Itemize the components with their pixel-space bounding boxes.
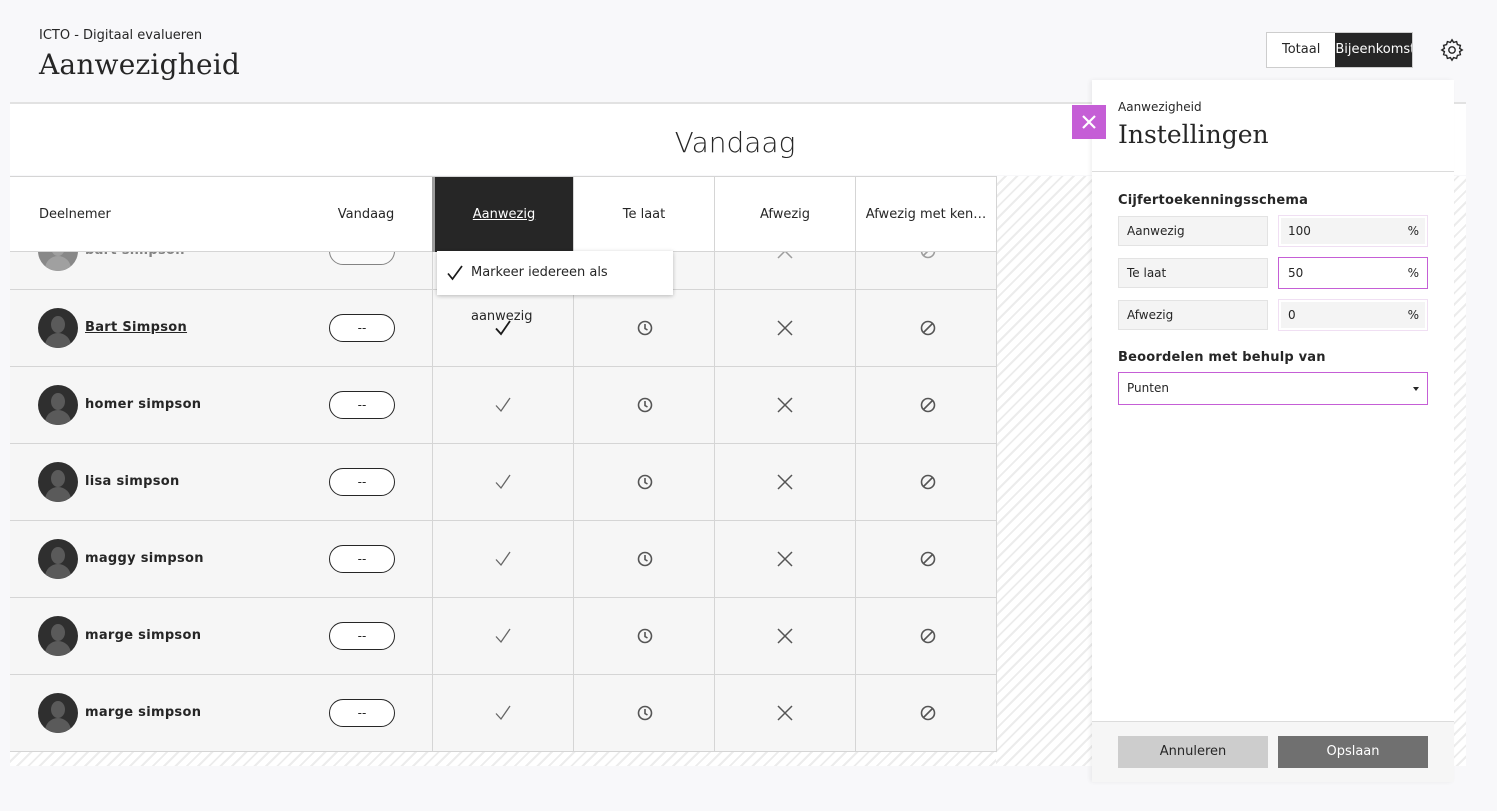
grading-schema-label: Cijfertoekenningsschema	[1118, 193, 1309, 208]
column-present[interactable]: Aanwezig	[432, 177, 573, 252]
mark-all-present-option[interactable]: Markeer iedereen als aanwezig	[471, 251, 673, 339]
participant-name[interactable]: Bart Simpson	[85, 290, 187, 366]
status-pill[interactable]: --	[329, 699, 395, 727]
panel-pre-title: Aanwezigheid	[1118, 100, 1202, 114]
grade-using-value: Punten	[1127, 381, 1169, 395]
absent-x-icon[interactable]	[775, 318, 795, 338]
page-title: Aanwezigheid	[39, 48, 240, 81]
schema-absent-input[interactable]: 0%	[1278, 299, 1428, 331]
table-row: homer simpson --	[10, 367, 996, 444]
participant-name[interactable]: marge simpson	[85, 675, 201, 751]
course-name: ICTO - Digitaal evalueren	[39, 28, 203, 43]
schema-absent-label: Afwezig	[1118, 300, 1268, 330]
avatar	[38, 693, 78, 733]
excused-icon[interactable]	[918, 395, 938, 415]
percent-unit: %	[1407, 224, 1419, 238]
grade-using-label: Beoordelen met behulp van	[1118, 350, 1326, 365]
table-row: maggy simpson --	[10, 521, 996, 598]
schema-absent-value: 0	[1288, 308, 1296, 322]
panel-divider	[1092, 171, 1454, 172]
checkmark-icon	[447, 265, 463, 281]
excused-icon[interactable]	[918, 549, 938, 569]
clock-icon[interactable]	[635, 703, 655, 723]
total-view-button[interactable]: Totaal	[1267, 33, 1335, 67]
gear-icon[interactable]	[1440, 38, 1464, 62]
panel-footer: Annuleren Opslaan	[1092, 722, 1454, 782]
checkmark-icon[interactable]	[493, 472, 513, 492]
schema-present-input[interactable]: 100%	[1278, 215, 1428, 247]
column-excused[interactable]: Afwezig met ken…	[855, 177, 996, 252]
mark-all-menu[interactable]: Markeer iedereen als aanwezig	[437, 251, 673, 324]
checkmark-icon[interactable]	[493, 549, 513, 569]
grade-using-select[interactable]: Punten	[1118, 372, 1428, 405]
participant-name[interactable]: lisa simpson	[85, 444, 180, 520]
cancel-button[interactable]: Annuleren	[1118, 736, 1268, 768]
status-pill[interactable]: --	[329, 622, 395, 650]
absent-x-icon[interactable]	[775, 549, 795, 569]
avatar	[38, 539, 78, 579]
schema-late-label: Te laat	[1118, 258, 1268, 288]
avatar	[38, 308, 78, 348]
excused-icon[interactable]	[918, 626, 938, 646]
table-row: marge simpson --	[10, 598, 996, 675]
close-icon	[1082, 115, 1096, 129]
column-today[interactable]: Vandaag	[300, 177, 432, 252]
view-toggle: Totaal Bijeenkomst	[1266, 32, 1414, 68]
excused-icon[interactable]	[918, 318, 938, 338]
excused-icon[interactable]	[918, 472, 938, 492]
schema-present-label: Aanwezig	[1118, 216, 1268, 246]
column-absent[interactable]: Afwezig	[714, 177, 855, 252]
participant-name[interactable]: marge simpson	[85, 598, 201, 674]
close-panel-button[interactable]	[1072, 105, 1106, 139]
avatar	[38, 385, 78, 425]
status-pill[interactable]: --	[329, 468, 395, 496]
absent-x-icon[interactable]	[775, 472, 795, 492]
excused-icon[interactable]	[918, 703, 938, 723]
checkmark-icon[interactable]	[493, 395, 513, 415]
clock-icon[interactable]	[635, 549, 655, 569]
column-late[interactable]: Te laat	[573, 177, 714, 252]
avatar	[38, 616, 78, 656]
panel-title: Instellingen	[1118, 120, 1269, 149]
hatch-background-bottom	[10, 752, 996, 766]
table-row: marge simpson --	[10, 675, 996, 752]
status-pill[interactable]: --	[329, 314, 395, 342]
percent-unit: %	[1407, 266, 1419, 280]
participant-name[interactable]: homer simpson	[85, 367, 201, 443]
table-row: lisa simpson --	[10, 444, 996, 521]
participant-name[interactable]: maggy simpson	[85, 521, 204, 597]
absent-x-icon[interactable]	[775, 626, 795, 646]
percent-unit: %	[1407, 308, 1419, 322]
absent-x-icon[interactable]	[775, 703, 795, 723]
status-pill[interactable]: --	[329, 545, 395, 573]
column-participant[interactable]: Deelnemer	[10, 177, 300, 252]
schema-present-value: 100	[1288, 224, 1311, 238]
status-pill[interactable]: --	[329, 391, 395, 419]
grid-header: Deelnemer Vandaag Aanwezig Te laat Afwez…	[10, 176, 996, 252]
checkmark-icon[interactable]	[493, 626, 513, 646]
clock-icon[interactable]	[635, 472, 655, 492]
checkmark-icon[interactable]	[493, 703, 513, 723]
clock-icon[interactable]	[635, 626, 655, 646]
absent-x-icon[interactable]	[775, 395, 795, 415]
avatar	[38, 462, 78, 502]
schema-late-value: 50	[1288, 266, 1304, 280]
settings-panel: Aanwezigheid Instellingen Cijfertoekenni…	[1092, 80, 1454, 782]
clock-icon[interactable]	[635, 395, 655, 415]
chevron-down-icon	[1413, 387, 1419, 391]
schema-late-input[interactable]: 50%	[1278, 257, 1428, 289]
save-button[interactable]: Opslaan	[1278, 736, 1428, 768]
meeting-view-button[interactable]: Bijeenkomst	[1335, 33, 1413, 67]
